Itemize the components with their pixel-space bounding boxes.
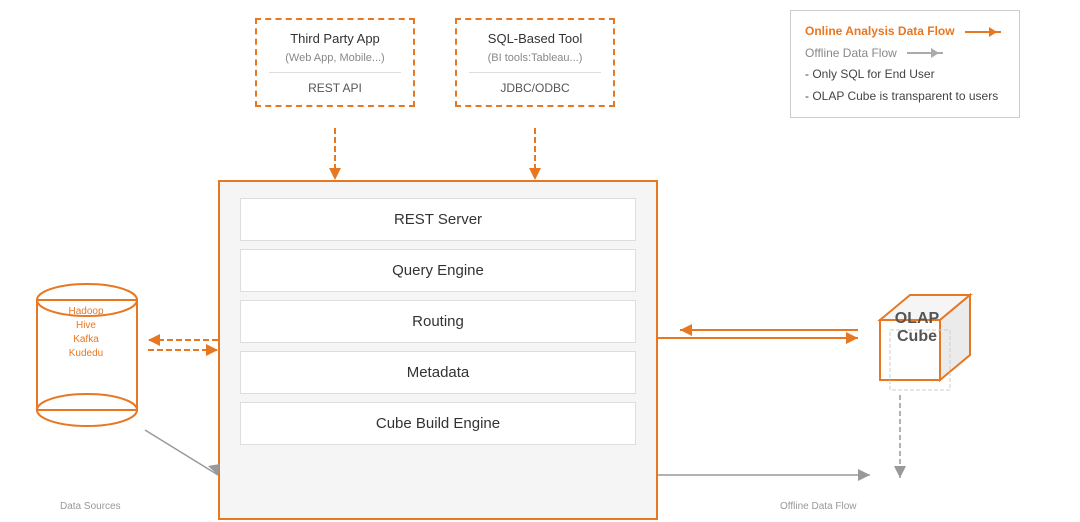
diagram: Online Analysis Data Flow Offline Data F…: [0, 0, 1080, 522]
db-line2: Hive: [36, 319, 136, 333]
jdbc-odbc-label: JDBC/ODBC: [469, 72, 601, 95]
query-engine-label: Query Engine: [392, 262, 484, 279]
metadata-label: Metadata: [407, 364, 470, 381]
sql-tool-title: SQL-Based Tool: [469, 30, 601, 48]
sql-tool-subtitle: (BI tools:Tableau...): [469, 52, 601, 64]
cube-build-engine-row: Cube Build Engine: [240, 402, 636, 445]
db-line4: Kudedu: [36, 347, 136, 361]
legend-online: Online Analysis Data Flow: [805, 21, 1005, 43]
legend-only-sql: - Only SQL for End User: [805, 64, 1005, 86]
routing-label: Routing: [412, 313, 464, 330]
olap-line2: Cube: [862, 328, 972, 346]
offline-arrow-icon: [907, 52, 943, 54]
rest-api-label: REST API: [269, 72, 401, 95]
sql-tool-box: SQL-Based Tool (BI tools:Tableau...) JDB…: [455, 18, 615, 107]
legend-online-text: Online Analysis Data Flow: [805, 21, 955, 43]
legend-offline-text: Offline Data Flow: [805, 43, 897, 65]
third-party-box: Third Party App (Web App, Mobile...) RES…: [255, 18, 415, 107]
routing-row: Routing: [240, 300, 636, 343]
online-arrow-icon: [965, 31, 1001, 33]
db-line1: Hadoop: [36, 305, 136, 319]
olap-line1: OLAP: [862, 310, 972, 328]
third-party-title: Third Party App: [269, 30, 401, 48]
bottom-source-label: Data Sources: [60, 501, 121, 512]
main-center-box: REST Server Query Engine Routing Metadat…: [218, 180, 658, 520]
database-label: Hadoop Hive Kafka Kudedu: [36, 305, 136, 361]
cube-build-engine-label: Cube Build Engine: [376, 415, 500, 432]
legend-offline: Offline Data Flow: [805, 43, 1005, 65]
legend-box: Online Analysis Data Flow Offline Data F…: [790, 10, 1020, 118]
olap-label: OLAP Cube: [862, 310, 972, 346]
bottom-offline-label: Offline Data Flow: [780, 501, 857, 512]
db-line3: Kafka: [36, 333, 136, 347]
rest-server-row: REST Server: [240, 198, 636, 241]
legend-olap-transparent: - OLAP Cube is transparent to users: [805, 86, 1005, 108]
rest-server-label: REST Server: [394, 211, 482, 228]
metadata-row: Metadata: [240, 351, 636, 394]
query-engine-row: Query Engine: [240, 249, 636, 292]
third-party-subtitle: (Web App, Mobile...): [269, 52, 401, 64]
